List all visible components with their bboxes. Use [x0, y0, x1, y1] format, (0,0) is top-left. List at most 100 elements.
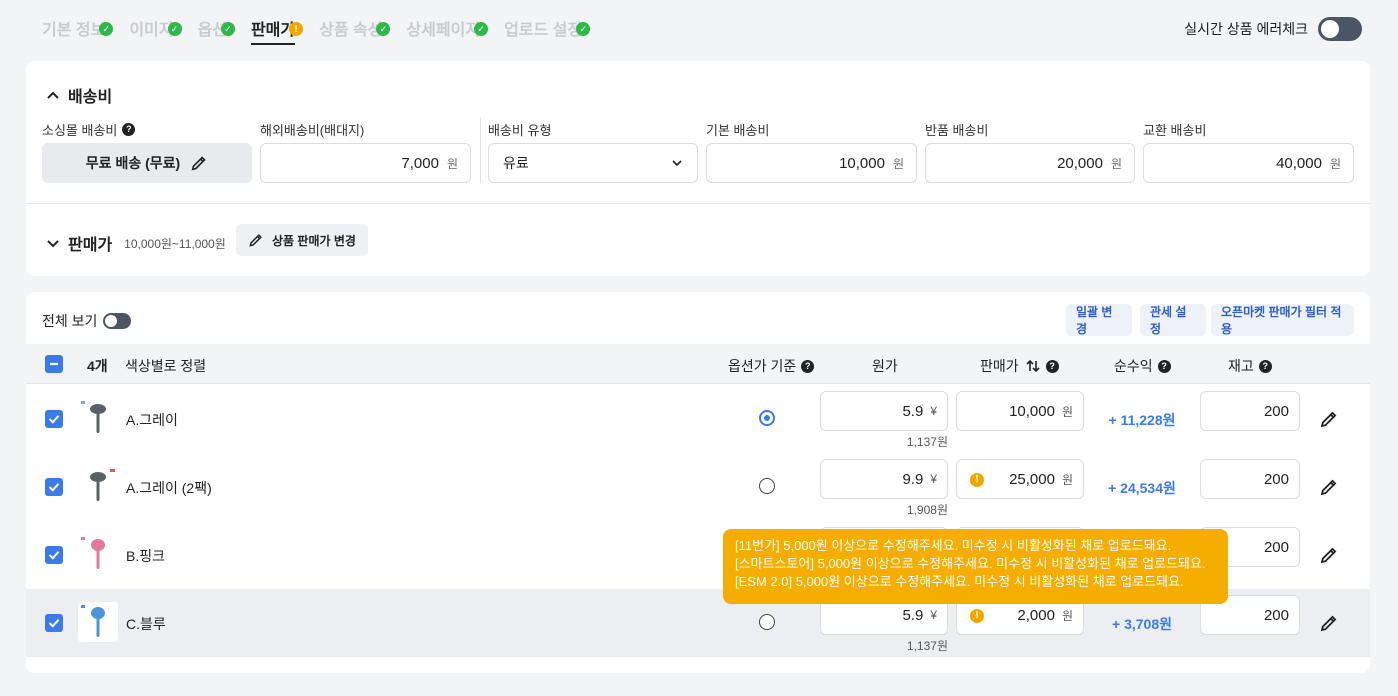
divider	[480, 117, 481, 183]
step-tabs: 기본 정보 ✓ 이미지 ✓ 옵션 ✓ 판매가! 상품 속성 ✓ 상세페이지 ✓ 업로드 설…	[42, 0, 606, 56]
product-image	[81, 605, 105, 637]
overseas-shipping-label: 해외배송비(배대지)	[260, 123, 365, 138]
sort-by-color[interactable]: 색상별로 정렬	[125, 356, 206, 376]
product-image	[81, 401, 106, 433]
sourcing-shipping-label: 소싱몰 배송비?	[42, 120, 136, 139]
minus-icon	[50, 362, 58, 366]
realtime-error-check-toggle[interactable]	[1318, 17, 1362, 41]
help-icon[interactable]: ?	[1258, 359, 1272, 373]
help-icon[interactable]: ?	[1045, 359, 1059, 373]
check-icon	[48, 551, 60, 560]
tooltip-line: [스마트스토어] 5,000원 이상으로 수정해주세요. 미수정 시 비활성화된…	[735, 556, 1206, 571]
shipping-price-card: 배송비 소싱몰 배송비? 무료 배송 (무료) 해외배송비(배대지) 7,000…	[26, 61, 1370, 276]
product-thumbnail	[78, 602, 118, 642]
product-thumbnail	[78, 398, 118, 438]
pencil-icon	[249, 234, 262, 247]
toggle-knob	[105, 315, 118, 327]
option-price-card: 전체 보기 일괄 변경 관세 설정 오픈마켓 판매가 필터 적용 4개 색상별로…	[26, 292, 1370, 673]
divider	[26, 203, 1370, 204]
base-shipping-input[interactable]: 10,000 원	[706, 143, 917, 183]
stock-input[interactable]: 200	[1200, 459, 1300, 499]
exchange-shipping-input[interactable]: 40,000 원	[1143, 143, 1354, 183]
check-icon	[48, 415, 60, 424]
cost-won: 1,908원	[906, 503, 948, 517]
all-view: 전체 보기	[42, 311, 132, 331]
price-section-toggle[interactable]: 판매가 10,000원~11,000원	[46, 231, 226, 255]
warning-icon[interactable]: !	[970, 609, 984, 623]
bulk-change-button[interactable]: 일괄 변경	[1066, 304, 1132, 336]
tab-basic-info[interactable]: 기본 정보 ✓	[42, 16, 114, 56]
tariff-settings-button[interactable]: 관세 설정	[1140, 304, 1206, 336]
basis-radio[interactable]	[759, 478, 775, 494]
realtime-error-check: 실시간 상품 에러체크	[1184, 17, 1362, 41]
product-image	[90, 469, 115, 501]
chevron-down-icon	[47, 240, 59, 248]
basis-radio[interactable]	[759, 410, 775, 426]
pencil-icon[interactable]	[1319, 545, 1339, 565]
tab-images[interactable]: 이미지 ✓	[129, 16, 182, 56]
shipping-section-toggle[interactable]: 배송비	[46, 83, 112, 107]
check-icon: ✓	[474, 22, 489, 36]
help-icon[interactable]: ?	[801, 359, 815, 373]
market-price-filter-button[interactable]: 오픈마켓 판매가 필터 적용	[1211, 304, 1354, 336]
pencil-icon	[191, 156, 206, 171]
col-price: 판매가 ?	[980, 356, 1059, 376]
select-all-checkbox[interactable]	[45, 355, 63, 373]
overseas-shipping-input[interactable]: 7,000 원	[260, 143, 471, 183]
row-checkbox[interactable]	[45, 614, 63, 632]
help-icon[interactable]: ?	[122, 123, 136, 136]
option-name: A.그레이 (2팩)	[126, 480, 212, 496]
check-icon	[48, 483, 60, 492]
price-input[interactable]: 10,000 원	[956, 391, 1084, 431]
tab-detail-page[interactable]: 상세페이지 ✓	[406, 16, 489, 56]
price-input[interactable]: ! 25,000 원	[956, 459, 1084, 499]
cost-won: 1,137원	[906, 639, 948, 653]
col-basis: 옵션가 기준?	[728, 356, 815, 376]
chevron-down-icon	[672, 160, 682, 167]
price-title: 판매가	[68, 237, 113, 254]
basis-radio[interactable]	[759, 614, 775, 630]
shipping-type-label: 배송비 유형	[488, 123, 552, 138]
price-range: 10,000원~11,000원	[124, 236, 226, 251]
table-row: A.그레이 (2팩) 9.9 ¥ 1,908원 ! 25,000 원 + 24,534…	[26, 453, 1370, 521]
row-checkbox[interactable]	[45, 546, 63, 564]
tab-options[interactable]: 옵션 ✓	[198, 16, 235, 56]
price-warning-tooltip: [11번가] 5,000원 이상으로 수정해주세요. 미수정 시 비활성화된 채…	[723, 529, 1228, 604]
all-view-label: 전체 보기	[42, 313, 98, 329]
stock-input[interactable]: 200	[1200, 391, 1300, 431]
tooltip-line: [11번가] 5,000원 이상으로 수정해주세요. 미수정 시 비활성화된 채…	[735, 538, 1172, 553]
toggle-knob	[1321, 20, 1339, 38]
pencil-icon[interactable]	[1319, 409, 1339, 429]
option-count: 4개	[87, 358, 108, 374]
sourcing-shipping-button[interactable]: 무료 배송 (무료)	[42, 143, 252, 183]
cost-input[interactable]: 5.9 ¥	[820, 391, 948, 431]
check-icon: ✓	[376, 22, 391, 36]
all-view-toggle[interactable]	[103, 313, 132, 329]
check-icon: ✓	[99, 22, 114, 36]
option-name: A.그레이	[126, 412, 178, 428]
net-profit: + 3,708원	[1112, 616, 1172, 632]
tab-price[interactable]: 판매가!	[250, 16, 304, 56]
cost-input[interactable]: 9.9 ¥	[820, 459, 948, 499]
warning-icon[interactable]: !	[970, 473, 984, 487]
help-icon[interactable]: ?	[1157, 359, 1171, 373]
pencil-icon[interactable]	[1319, 613, 1339, 633]
chevron-up-icon	[47, 91, 59, 99]
net-profit: + 11,228원	[1108, 412, 1176, 428]
product-thumbnail	[78, 534, 118, 574]
product-image	[81, 537, 105, 569]
tab-upload-settings[interactable]: 업로드 설정 ✓	[504, 16, 591, 56]
change-price-button[interactable]: 상품 판매가 변경	[236, 224, 368, 256]
tab-product-attributes[interactable]: 상품 속성 ✓	[319, 16, 391, 56]
shipping-type-select[interactable]: 유료	[488, 143, 698, 183]
pencil-icon[interactable]	[1319, 477, 1339, 497]
check-icon: ✓	[220, 22, 235, 36]
row-checkbox[interactable]	[45, 410, 63, 428]
return-shipping-input[interactable]: 20,000 원	[925, 143, 1135, 183]
realtime-error-check-label: 실시간 상품 에러체크	[1184, 21, 1308, 37]
sort-icon[interactable]	[1025, 358, 1041, 374]
cost-won: 1,137원	[906, 435, 948, 449]
option-name: C.블루	[126, 616, 166, 632]
row-checkbox[interactable]	[45, 478, 63, 496]
col-cost: 원가	[872, 358, 898, 374]
